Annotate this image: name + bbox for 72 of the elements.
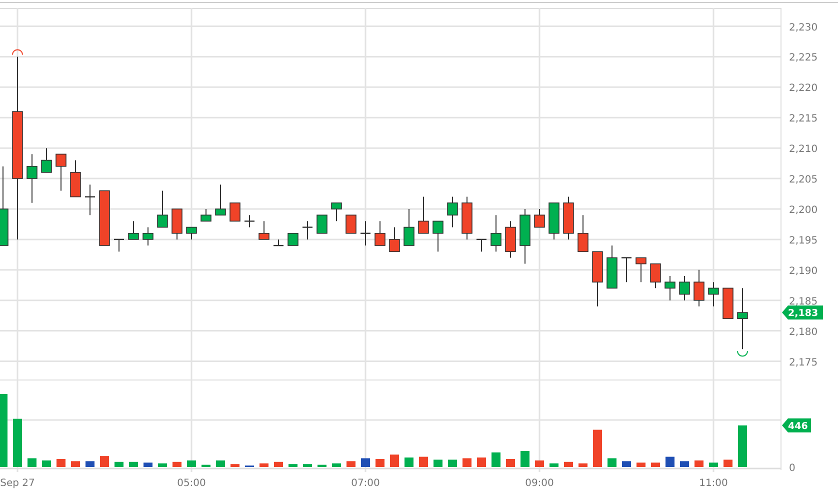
arc-marker <box>12 49 23 56</box>
candlestick <box>490 214 502 252</box>
candlestick <box>476 238 486 252</box>
candlestick <box>722 288 734 320</box>
candlestick <box>520 208 530 264</box>
candlestick <box>70 160 81 198</box>
candlestick <box>505 220 516 258</box>
axis-label: 2,200 <box>789 205 818 216</box>
candlestick <box>258 220 270 240</box>
candlestick <box>200 208 212 222</box>
candlestick <box>708 282 719 307</box>
candlestick <box>447 196 458 228</box>
candlestick <box>664 275 676 301</box>
candlestick <box>142 226 154 246</box>
candlestick <box>374 220 386 246</box>
candlestick <box>534 208 545 228</box>
axis-label: 0 <box>789 463 796 474</box>
axis-label: 2,225 <box>789 52 818 64</box>
axis-label: 2,215 <box>789 114 818 125</box>
candlestick <box>157 190 168 228</box>
axis-label: Sep 27 <box>0 478 35 489</box>
candlestick <box>230 202 240 222</box>
candlestick <box>186 226 197 240</box>
axis-label: 2,205 <box>789 174 818 186</box>
candlestick <box>622 257 632 283</box>
candlestick <box>244 214 254 228</box>
candlestick <box>679 275 690 301</box>
candlestick <box>172 208 182 240</box>
candlestick <box>606 245 618 289</box>
axis-label: 05:00 <box>177 478 206 489</box>
axis-label: 2,230 <box>789 22 818 34</box>
axis-label: 07:00 <box>351 478 380 489</box>
axis-label: 09:00 <box>525 478 554 489</box>
arc-marker <box>737 350 748 357</box>
candlestick <box>418 196 429 234</box>
axis-label: 2,190 <box>789 266 818 277</box>
candlestick <box>85 184 95 216</box>
candlestick <box>331 202 342 222</box>
candlestick <box>99 190 110 246</box>
axis-label: 2,220 <box>789 83 818 94</box>
candlestick <box>404 208 414 246</box>
axis-label: 2,175 <box>789 357 818 368</box>
axis-label: 2,195 <box>789 235 818 246</box>
candlestick <box>694 269 704 307</box>
candlestick <box>592 251 603 307</box>
axis-label: 2,185 <box>789 296 818 308</box>
price-tag: 2,183 <box>782 306 823 320</box>
axis-label: 2,180 <box>789 326 818 338</box>
axis-label: 11:00 <box>699 478 728 489</box>
volume-tag: 446 <box>782 418 811 432</box>
candlestick <box>360 220 370 246</box>
candlestick <box>432 220 444 252</box>
candlestick <box>578 214 588 252</box>
candlestick <box>26 154 38 204</box>
axis-label: 2,210 <box>789 144 818 156</box>
candlestick <box>563 196 574 240</box>
candlestick <box>128 220 139 240</box>
candlestick <box>650 263 661 289</box>
candlestick <box>462 196 472 240</box>
candlestick <box>636 257 646 283</box>
candlestick <box>274 238 284 246</box>
candlestick <box>316 214 328 234</box>
candlestick <box>548 202 560 240</box>
candlestick <box>737 288 748 350</box>
candlestick <box>114 238 124 252</box>
candlestick <box>302 220 312 240</box>
candlestick <box>56 154 66 192</box>
candlestick <box>215 184 226 216</box>
candlestick <box>346 214 356 234</box>
candlestick <box>41 148 52 173</box>
candlestick <box>389 226 400 252</box>
candlestick <box>288 232 298 246</box>
